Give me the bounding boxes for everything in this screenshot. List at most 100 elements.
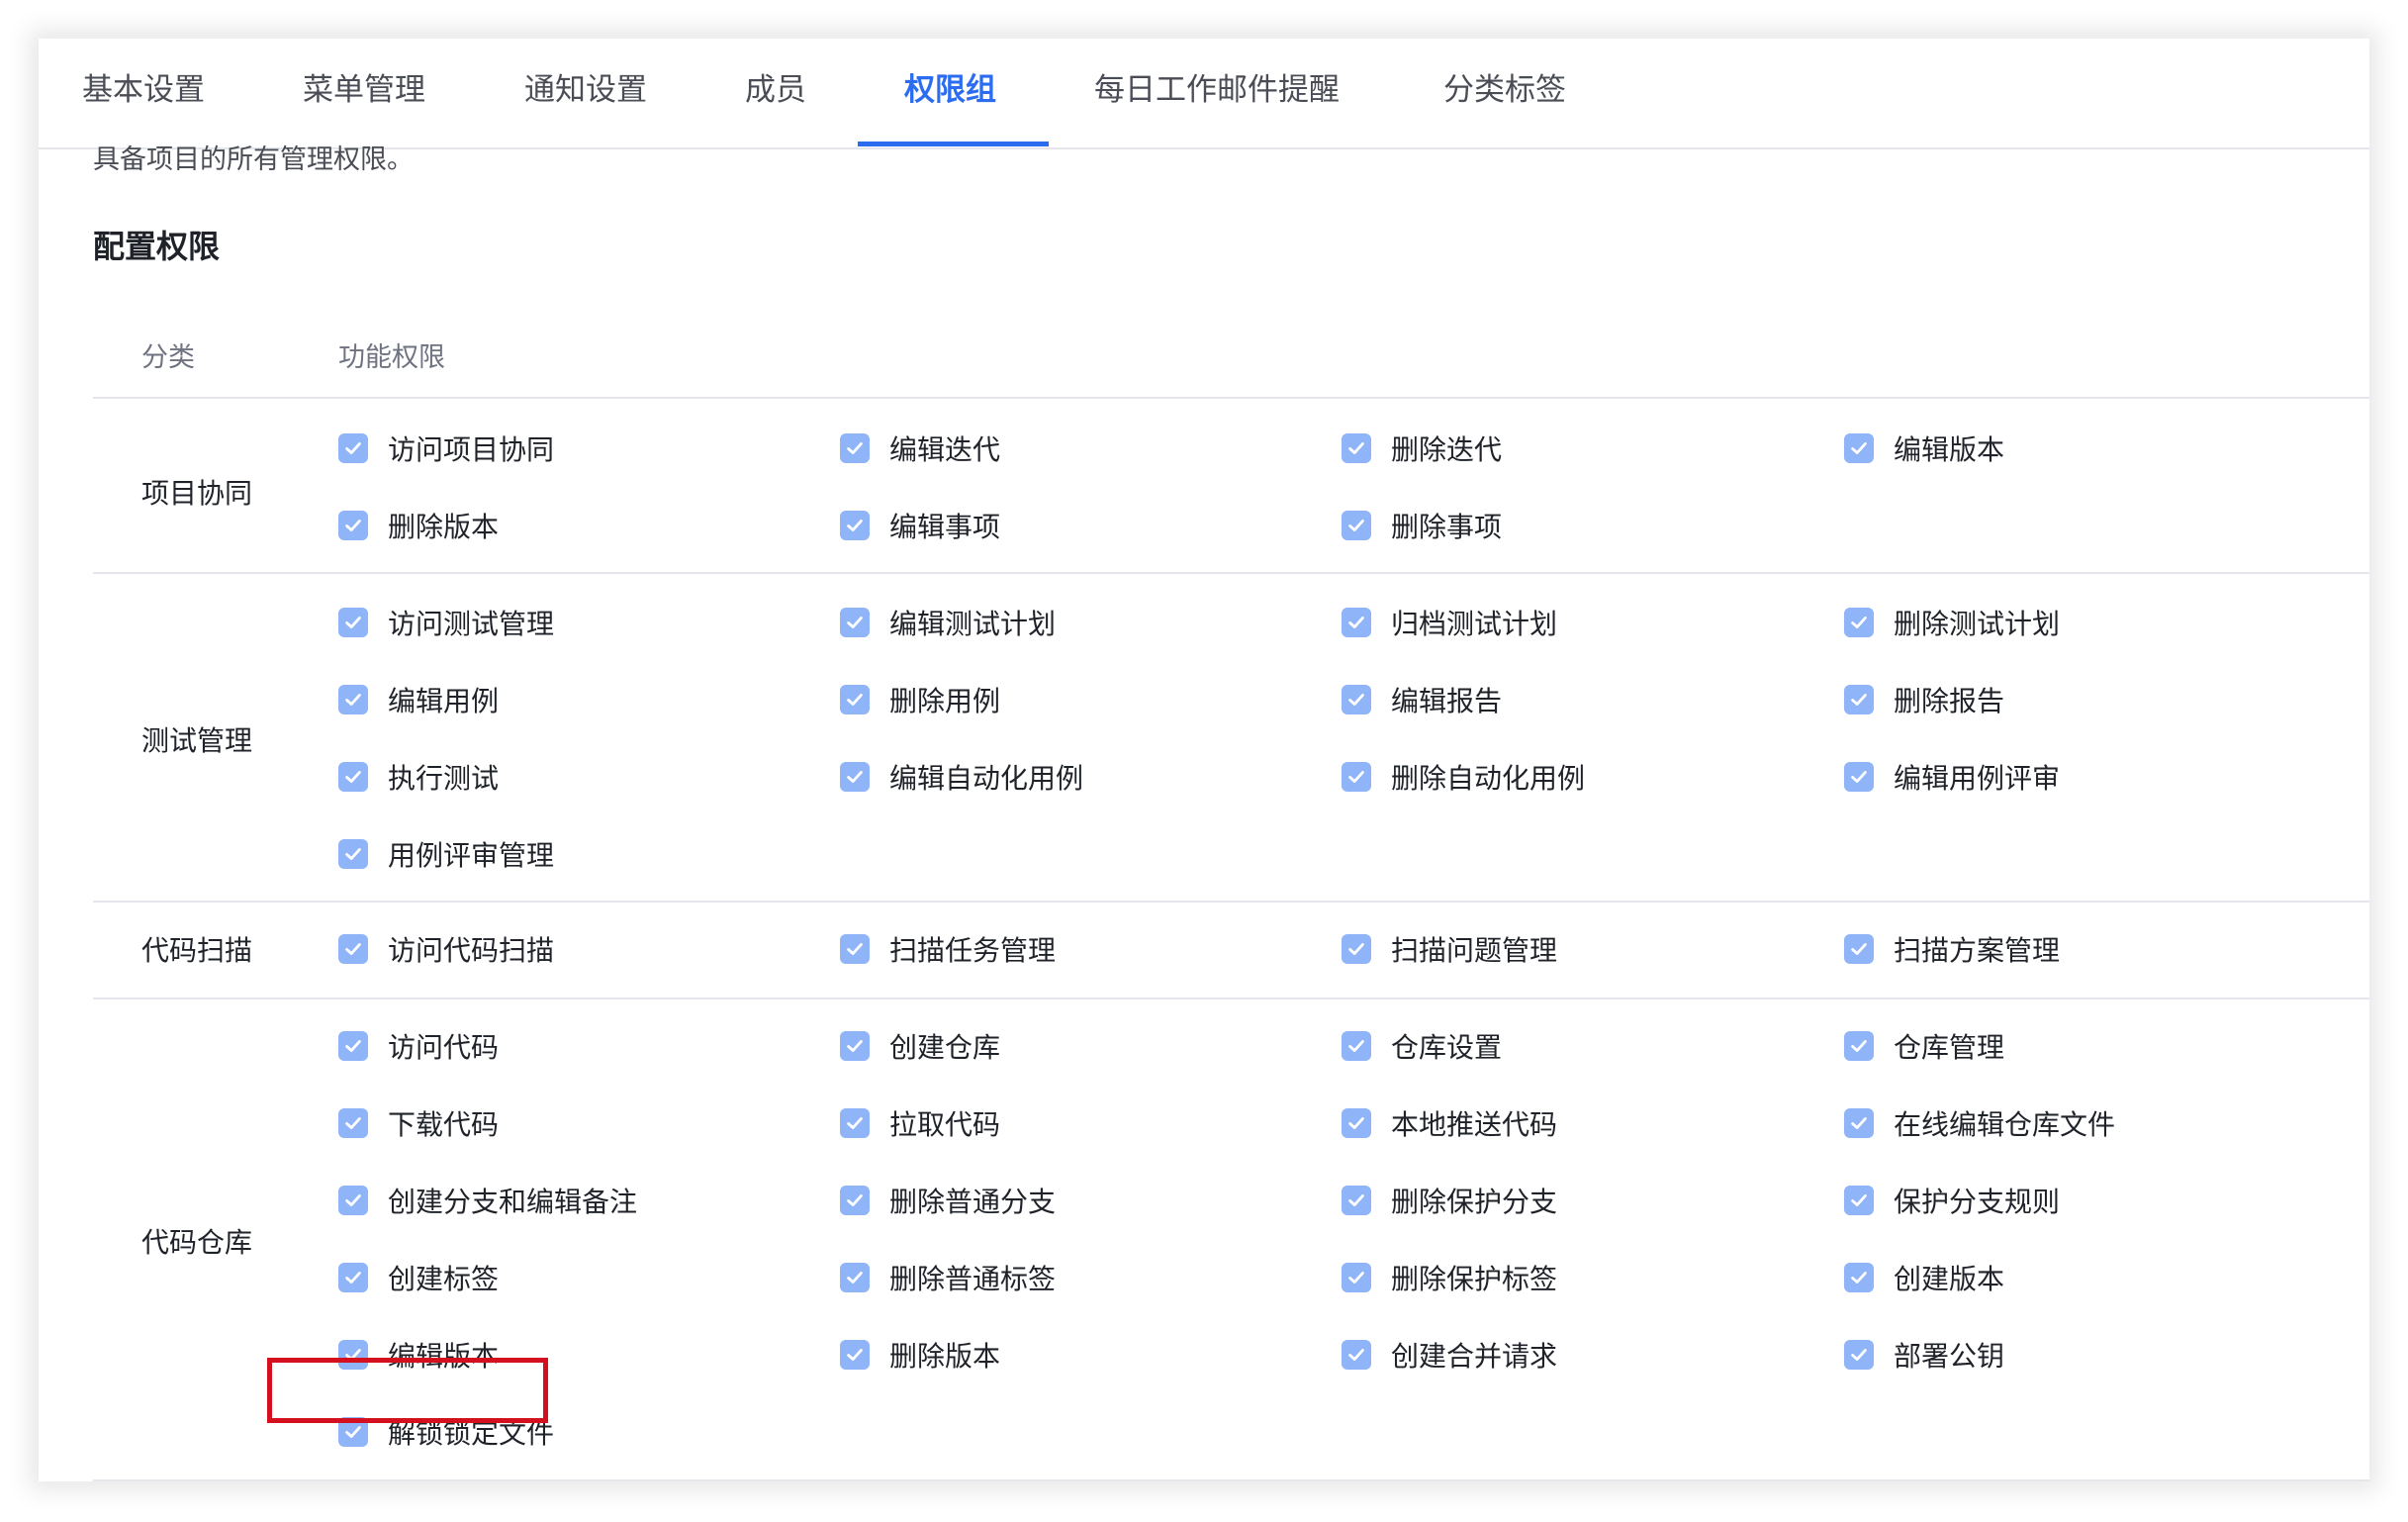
permission-checkbox[interactable]: 拉取代码	[840, 1103, 1000, 1143]
permission-checkbox[interactable]: 编辑用例评审	[1844, 757, 2060, 797]
permission-checkbox[interactable]: 删除自动化用例	[1342, 757, 1585, 797]
permission-label: 删除保护分支	[1391, 1186, 1558, 1218]
check-icon	[844, 1267, 866, 1288]
permission-checkbox[interactable]: 编辑用例	[338, 680, 499, 719]
checkbox[interactable]	[338, 1031, 368, 1061]
checkbox[interactable]	[1342, 934, 1371, 964]
tab-daily-work-email-reminder[interactable]: 每日工作邮件提醒	[1094, 39, 1340, 147]
checkbox[interactable]	[1342, 1108, 1371, 1138]
permission-checkbox[interactable]: 删除普通分支	[840, 1181, 1056, 1220]
checkbox[interactable]	[1342, 511, 1371, 540]
checkbox[interactable]	[840, 511, 870, 540]
checkbox[interactable]	[840, 1108, 870, 1138]
permission-checkbox[interactable]: 访问代码	[338, 1026, 499, 1066]
checkbox[interactable]	[338, 934, 368, 964]
checkbox[interactable]	[1342, 433, 1371, 463]
permission-checkbox[interactable]: 编辑事项	[840, 506, 1000, 545]
checkbox[interactable]	[338, 685, 368, 714]
checkbox[interactable]	[1342, 1031, 1371, 1061]
checkbox[interactable]	[840, 762, 870, 792]
permission-checkbox[interactable]: 仓库管理	[1844, 1026, 2004, 1066]
permission-checkbox[interactable]: 保护分支规则	[1844, 1181, 2060, 1220]
permission-checkbox[interactable]: 扫描任务管理	[840, 929, 1056, 969]
permission-checkbox[interactable]: 本地推送代码	[1342, 1103, 1557, 1143]
permission-checkbox[interactable]: 编辑自动化用例	[840, 757, 1083, 797]
checkbox[interactable]	[1844, 1340, 1874, 1370]
permission-checkbox[interactable]: 删除版本	[338, 506, 499, 545]
permission-checkbox[interactable]: 删除测试计划	[1844, 603, 2060, 642]
permission-checkbox[interactable]: 下载代码	[338, 1103, 499, 1143]
permission-checkbox[interactable]: 创建版本	[1844, 1258, 2004, 1297]
checkbox[interactable]	[338, 608, 368, 637]
permission-checkbox[interactable]: 解锁锁定文件	[338, 1412, 554, 1452]
checkbox[interactable]	[1844, 934, 1874, 964]
check-icon	[342, 938, 364, 960]
checkbox[interactable]	[1844, 1186, 1874, 1215]
permission-checkbox[interactable]: 删除事项	[1342, 506, 1502, 545]
checkbox[interactable]	[1342, 762, 1371, 792]
permission-checkbox[interactable]: 删除用例	[840, 680, 1000, 719]
tab-permission-groups[interactable]: 权限组	[904, 39, 996, 147]
permission-checkbox[interactable]: 编辑报告	[1342, 680, 1502, 719]
checkbox[interactable]	[338, 839, 368, 869]
permission-checkbox[interactable]: 编辑测试计划	[840, 603, 1056, 642]
permission-checkbox[interactable]: 归档测试计划	[1342, 603, 1557, 642]
tab-category-tags[interactable]: 分类标签	[1443, 39, 1566, 147]
permission-checkbox[interactable]: 编辑版本	[338, 1335, 499, 1375]
permission-checkbox[interactable]: 编辑迭代	[840, 428, 1000, 468]
permission-checkbox[interactable]: 在线编辑仓库文件	[1844, 1103, 2115, 1143]
tab-basic-settings[interactable]: 基本设置	[82, 39, 205, 147]
permission-checkbox[interactable]: 扫描方案管理	[1844, 929, 2060, 969]
permission-checkbox[interactable]: 创建仓库	[840, 1026, 1000, 1066]
checkbox[interactable]	[338, 1263, 368, 1292]
checkbox[interactable]	[840, 1340, 870, 1370]
checkbox[interactable]	[1844, 1031, 1874, 1061]
checkbox[interactable]	[840, 433, 870, 463]
permission-checkbox[interactable]: 创建分支和编辑备注	[338, 1181, 637, 1220]
permission-checkbox[interactable]: 编辑版本	[1844, 428, 2004, 468]
tab-menu-management[interactable]: 菜单管理	[303, 39, 425, 147]
checkbox[interactable]	[338, 433, 368, 463]
permission-checkbox[interactable]: 删除普通标签	[840, 1258, 1056, 1297]
permission-checkbox[interactable]: 删除保护分支	[1342, 1181, 1557, 1220]
checkbox[interactable]	[338, 1108, 368, 1138]
permission-checkbox[interactable]: 访问代码扫描	[338, 929, 554, 969]
checkbox[interactable]	[840, 1031, 870, 1061]
checkbox[interactable]	[1844, 1108, 1874, 1138]
tab-members[interactable]: 成员	[745, 39, 806, 147]
checkbox[interactable]	[1844, 1263, 1874, 1292]
checkbox[interactable]	[840, 934, 870, 964]
checkbox[interactable]	[1844, 433, 1874, 463]
permission-checkbox[interactable]: 删除版本	[840, 1335, 1000, 1375]
checkbox[interactable]	[1844, 685, 1874, 714]
permission-checkbox[interactable]: 执行测试	[338, 757, 499, 797]
tab-notification-settings[interactable]: 通知设置	[524, 39, 647, 147]
permission-checkbox[interactable]: 删除报告	[1844, 680, 2004, 719]
checkbox[interactable]	[1342, 1263, 1371, 1292]
checkbox[interactable]	[1342, 1340, 1371, 1370]
permission-checkbox[interactable]: 访问测试管理	[338, 603, 554, 642]
permission-checkbox[interactable]: 扫描问题管理	[1342, 929, 1557, 969]
checkbox[interactable]	[1844, 762, 1874, 792]
permission-checkbox[interactable]: 删除保护标签	[1342, 1258, 1557, 1297]
checkbox[interactable]	[840, 685, 870, 714]
checkbox[interactable]	[338, 511, 368, 540]
checkbox[interactable]	[1844, 608, 1874, 637]
checkbox[interactable]	[338, 1417, 368, 1447]
checkbox[interactable]	[840, 608, 870, 637]
permission-checkbox[interactable]: 部署公钥	[1844, 1335, 2004, 1375]
permission-checkbox[interactable]: 删除迭代	[1342, 428, 1502, 468]
permission-checkbox[interactable]: 用例评审管理	[338, 834, 554, 874]
checkbox[interactable]	[338, 1340, 368, 1370]
checkbox[interactable]	[338, 762, 368, 792]
permission-checkbox[interactable]: 仓库设置	[1342, 1026, 1502, 1066]
permission-checkbox[interactable]: 创建标签	[338, 1258, 499, 1297]
checkbox[interactable]	[338, 1186, 368, 1215]
checkbox[interactable]	[1342, 608, 1371, 637]
checkbox[interactable]	[1342, 685, 1371, 714]
checkbox[interactable]	[840, 1186, 870, 1215]
permission-checkbox[interactable]: 访问项目协同	[338, 428, 554, 468]
checkbox[interactable]	[1342, 1186, 1371, 1215]
checkbox[interactable]	[840, 1263, 870, 1292]
permission-checkbox[interactable]: 创建合并请求	[1342, 1335, 1557, 1375]
